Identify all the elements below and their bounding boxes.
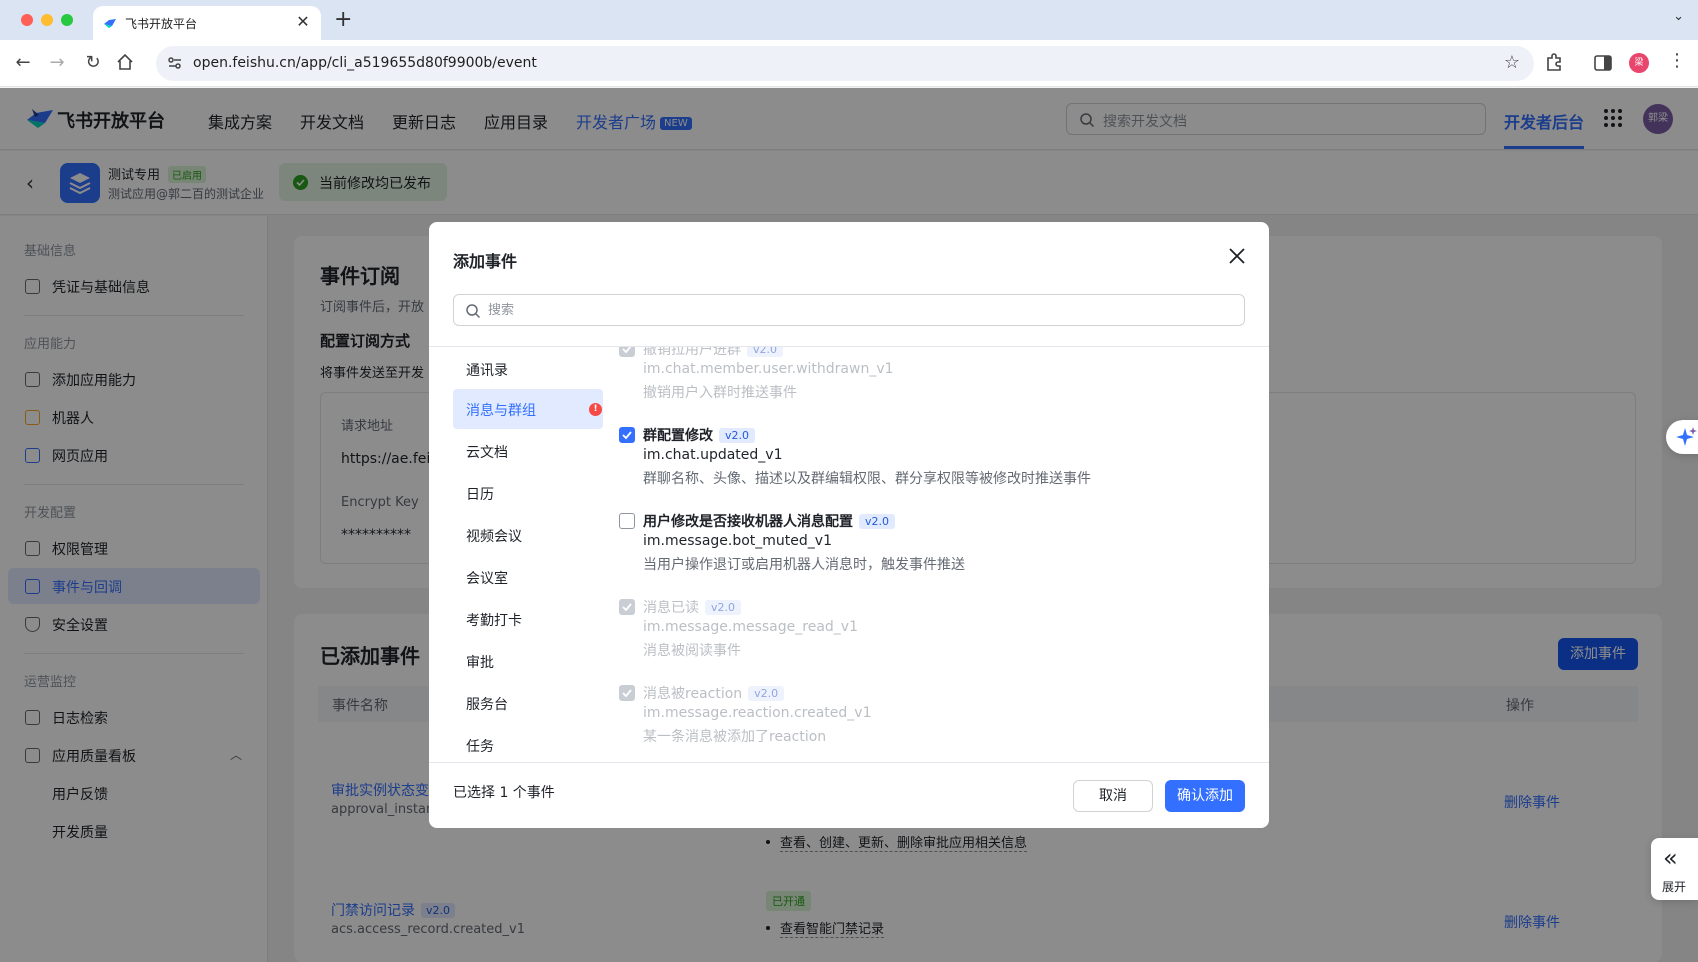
- double-chevron-left-icon: «: [1663, 844, 1678, 872]
- site-settings-icon[interactable]: [166, 54, 184, 72]
- back-arrow-icon[interactable]: ←: [10, 50, 36, 76]
- category-label: 视频会议: [466, 529, 522, 545]
- event-name: 消息已读 v2.0: [643, 597, 742, 617]
- event-list: 撤销拉用户进群 v2.0 im.chat.member.user.withdraw…: [619, 347, 1259, 762]
- category-label: 云文档: [466, 445, 508, 461]
- browser-tab[interactable]: 飞书开放平台 ✕: [93, 6, 321, 40]
- address-bar[interactable]: open.feishu.cn/app/cli_a519655d80f9900b/…: [156, 46, 1534, 81]
- event-desc: 撤销用户入群时推送事件: [643, 385, 797, 401]
- sparkle-icon: [1676, 427, 1697, 446]
- category-approval[interactable]: 审批: [453, 641, 603, 681]
- category-calendar[interactable]: 日历: [453, 473, 603, 513]
- close-window-button[interactable]: [21, 14, 33, 26]
- category-label: 审批: [466, 655, 494, 671]
- event-key: im.message.reaction.created_v1: [643, 705, 872, 721]
- category-label: 考勤打卡: [466, 613, 522, 629]
- minimize-window-button[interactable]: [41, 14, 53, 26]
- expand-panel-button[interactable]: « 展开: [1651, 838, 1698, 900]
- category-helpdesk[interactable]: 服务台: [453, 683, 603, 723]
- side-panel-icon[interactable]: [1590, 50, 1616, 76]
- event-key: im.message.message_read_v1: [643, 619, 858, 635]
- event-item[interactable]: 用户修改是否接收机器人消息配置 v2.0 im.message.bot_muted…: [619, 511, 1259, 583]
- extensions-icon[interactable]: [1541, 50, 1567, 76]
- category-tasks[interactable]: 任务: [453, 725, 603, 762]
- version-badge: v2.0: [748, 686, 785, 701]
- browser-toolbar: ← → ↻ open.feishu.cn/app/cli_a519655d80f…: [0, 40, 1698, 87]
- ai-assistant-button[interactable]: [1666, 420, 1698, 454]
- browser-tabstrip: 飞书开放平台 ✕ + ⌄: [0, 0, 1698, 40]
- event-name-text: 消息已读: [643, 600, 699, 616]
- event-desc: 消息被阅读事件: [643, 643, 741, 659]
- event-name-text: 撤销拉用户进群: [643, 347, 741, 358]
- event-item: 撤销拉用户进群 v2.0 im.chat.member.user.withdraw…: [619, 347, 1259, 411]
- modal-title: 添加事件: [453, 252, 518, 271]
- tab-close-icon[interactable]: ✕: [293, 12, 313, 31]
- category-label: 通讯录: [466, 363, 508, 379]
- event-name-text: 用户修改是否接收机器人消息配置: [643, 514, 853, 530]
- event-search-field[interactable]: [453, 294, 1245, 326]
- feishu-favicon-icon: [104, 19, 116, 28]
- browser-profile-avatar[interactable]: 梁: [1629, 53, 1649, 73]
- close-icon[interactable]: [1225, 244, 1249, 268]
- category-label: 消息与群组: [466, 403, 536, 419]
- category-contacts[interactable]: 通讯录: [453, 349, 603, 389]
- home-icon[interactable]: [116, 53, 134, 71]
- reload-icon[interactable]: ↻: [80, 50, 106, 76]
- event-key: im.chat.member.user.withdrawn_v1: [643, 361, 894, 377]
- category-meeting-room[interactable]: 会议室: [453, 557, 603, 597]
- event-item[interactable]: 群配置修改 v2.0 im.chat.updated_v1 群聊名称、头像、描述以…: [619, 425, 1259, 497]
- event-item: 消息被reaction v2.0 im.message.reaction.crea…: [619, 683, 1259, 755]
- event-name: 撤销拉用户进群 v2.0: [643, 347, 784, 359]
- browser-menu-icon[interactable]: ⋮: [1668, 50, 1686, 71]
- forward-arrow-icon[interactable]: →: [44, 50, 70, 76]
- cancel-button[interactable]: 取消: [1073, 780, 1153, 812]
- category-label: 服务台: [466, 697, 508, 713]
- event-name: 消息被reaction v2.0: [643, 683, 785, 703]
- search-icon: [466, 304, 481, 319]
- category-cloud-docs[interactable]: 云文档: [453, 431, 603, 471]
- event-desc: 当用户操作退订或启用机器人消息时，触发事件推送: [643, 557, 965, 573]
- tab-search-chevron-icon[interactable]: ⌄: [1673, 9, 1684, 24]
- event-name-text: 消息被reaction: [643, 686, 743, 702]
- maximize-window-button[interactable]: [61, 14, 73, 26]
- event-checkbox: [619, 685, 635, 701]
- confirm-add-button[interactable]: 确认添加: [1165, 780, 1245, 812]
- new-tab-icon[interactable]: +: [334, 7, 352, 32]
- tab-title: 飞书开放平台: [125, 17, 198, 31]
- category-attendance[interactable]: 考勤打卡: [453, 599, 603, 639]
- category-messages-groups[interactable]: 消息与群组!: [453, 389, 603, 429]
- category-label: 日历: [466, 487, 494, 503]
- event-desc: 某一条消息被添加了reaction: [643, 729, 827, 745]
- event-checkbox[interactable]: [619, 427, 635, 443]
- event-item: 消息已读 v2.0 im.message.message_read_v1 消息被阅…: [619, 597, 1259, 669]
- event-checkbox[interactable]: [619, 513, 635, 529]
- version-badge: v2.0: [859, 514, 896, 529]
- event-checkbox: [619, 599, 635, 615]
- event-desc: 群聊名称、头像、描述以及群编辑权限、群分享权限等被修改时推送事件: [643, 471, 1091, 487]
- event-checkbox: [619, 347, 635, 357]
- alert-icon: !: [589, 403, 602, 416]
- category-label: 会议室: [466, 571, 508, 587]
- event-key: im.chat.updated_v1: [643, 447, 783, 463]
- category-video-meeting[interactable]: 视频会议: [453, 515, 603, 555]
- category-list: 通讯录 消息与群组! 云文档 日历 视频会议 会议室 考勤打卡 审批 服务台 任…: [453, 347, 603, 762]
- event-search-input[interactable]: [488, 300, 1228, 320]
- version-badge: v2.0: [719, 428, 756, 443]
- bookmark-star-icon[interactable]: ☆: [1504, 52, 1520, 73]
- category-label: 任务: [466, 739, 494, 755]
- event-key: im.message.bot_muted_v1: [643, 533, 832, 549]
- selected-count: 已选择 1 个事件: [453, 785, 555, 801]
- expand-label: 展开: [1662, 880, 1687, 894]
- version-badge: v2.0: [705, 600, 742, 615]
- url-text: open.feishu.cn/app/cli_a519655d80f9900b/…: [193, 55, 537, 71]
- event-name: 用户修改是否接收机器人消息配置 v2.0: [643, 511, 896, 531]
- version-badge: v2.0: [747, 347, 784, 357]
- modal-footer-divider: [429, 762, 1269, 763]
- add-event-modal: 添加事件 通讯录 消息与群组! 云文档 日历 视频会议 会议室 考勤打卡 审批 …: [429, 222, 1269, 828]
- event-name: 群配置修改 v2.0: [643, 425, 756, 445]
- event-name-text: 群配置修改: [643, 428, 713, 444]
